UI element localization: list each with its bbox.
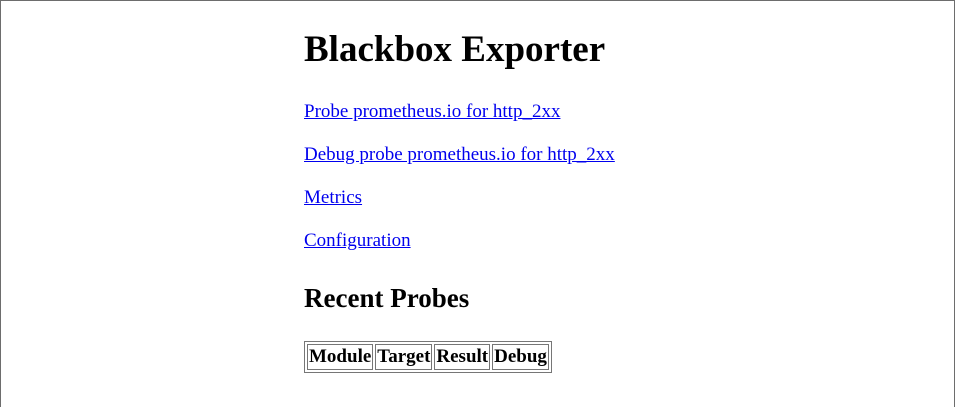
- table-header-row: Module Target Result Debug: [307, 344, 549, 370]
- recent-probes-heading: Recent Probes: [304, 283, 470, 313]
- recent-probes-table: Module Target Result Debug: [304, 341, 552, 373]
- metrics-link[interactable]: Metrics: [304, 187, 362, 209]
- column-header-module: Module: [307, 344, 374, 370]
- column-header-target: Target: [375, 344, 433, 370]
- debug-probe-link[interactable]: Debug probe prometheus.io for http_2xx: [304, 144, 615, 166]
- page-title: Blackbox Exporter: [304, 29, 606, 70]
- probe-link[interactable]: Probe prometheus.io for http_2xx: [304, 101, 560, 123]
- column-header-debug: Debug: [492, 344, 549, 370]
- column-header-result: Result: [434, 344, 491, 370]
- configuration-link[interactable]: Configuration: [304, 230, 411, 252]
